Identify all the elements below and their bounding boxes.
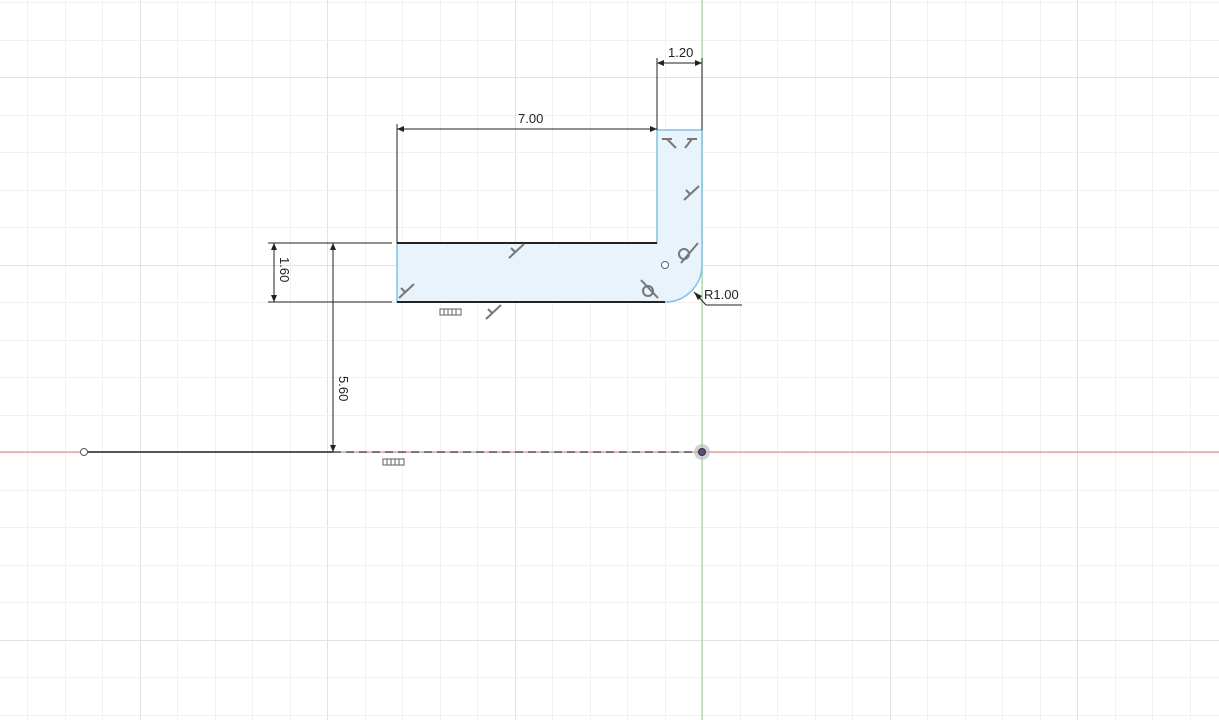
dimension-height[interactable]: 1.60 [268,242,392,303]
sketch-canvas[interactable]: 1.20 7.00 1.60 5.60 R1.00 [0,0,1219,720]
horizontal-icon[interactable] [382,458,405,466]
arc-center-point[interactable] [661,261,669,269]
dimension-width-top[interactable]: 1.20 [656,45,703,130]
dimension-label: 5.60 [336,376,351,401]
dimension-label: 1.60 [277,257,292,282]
dimension-label: 1.20 [668,45,693,60]
sketch-profile[interactable] [396,129,703,303]
dimension-label: 7.00 [518,111,543,126]
horizontal-icon[interactable] [439,308,462,316]
dimension-label: R1.00 [704,287,739,302]
line-endpoint[interactable] [80,448,88,456]
dimension-offset[interactable]: 5.60 [330,243,351,452]
origin-point[interactable] [698,448,706,456]
perpendicular-icon[interactable] [485,304,502,320]
dimension-length[interactable]: 7.00 [396,111,658,243]
sketch-grid [0,0,1219,720]
